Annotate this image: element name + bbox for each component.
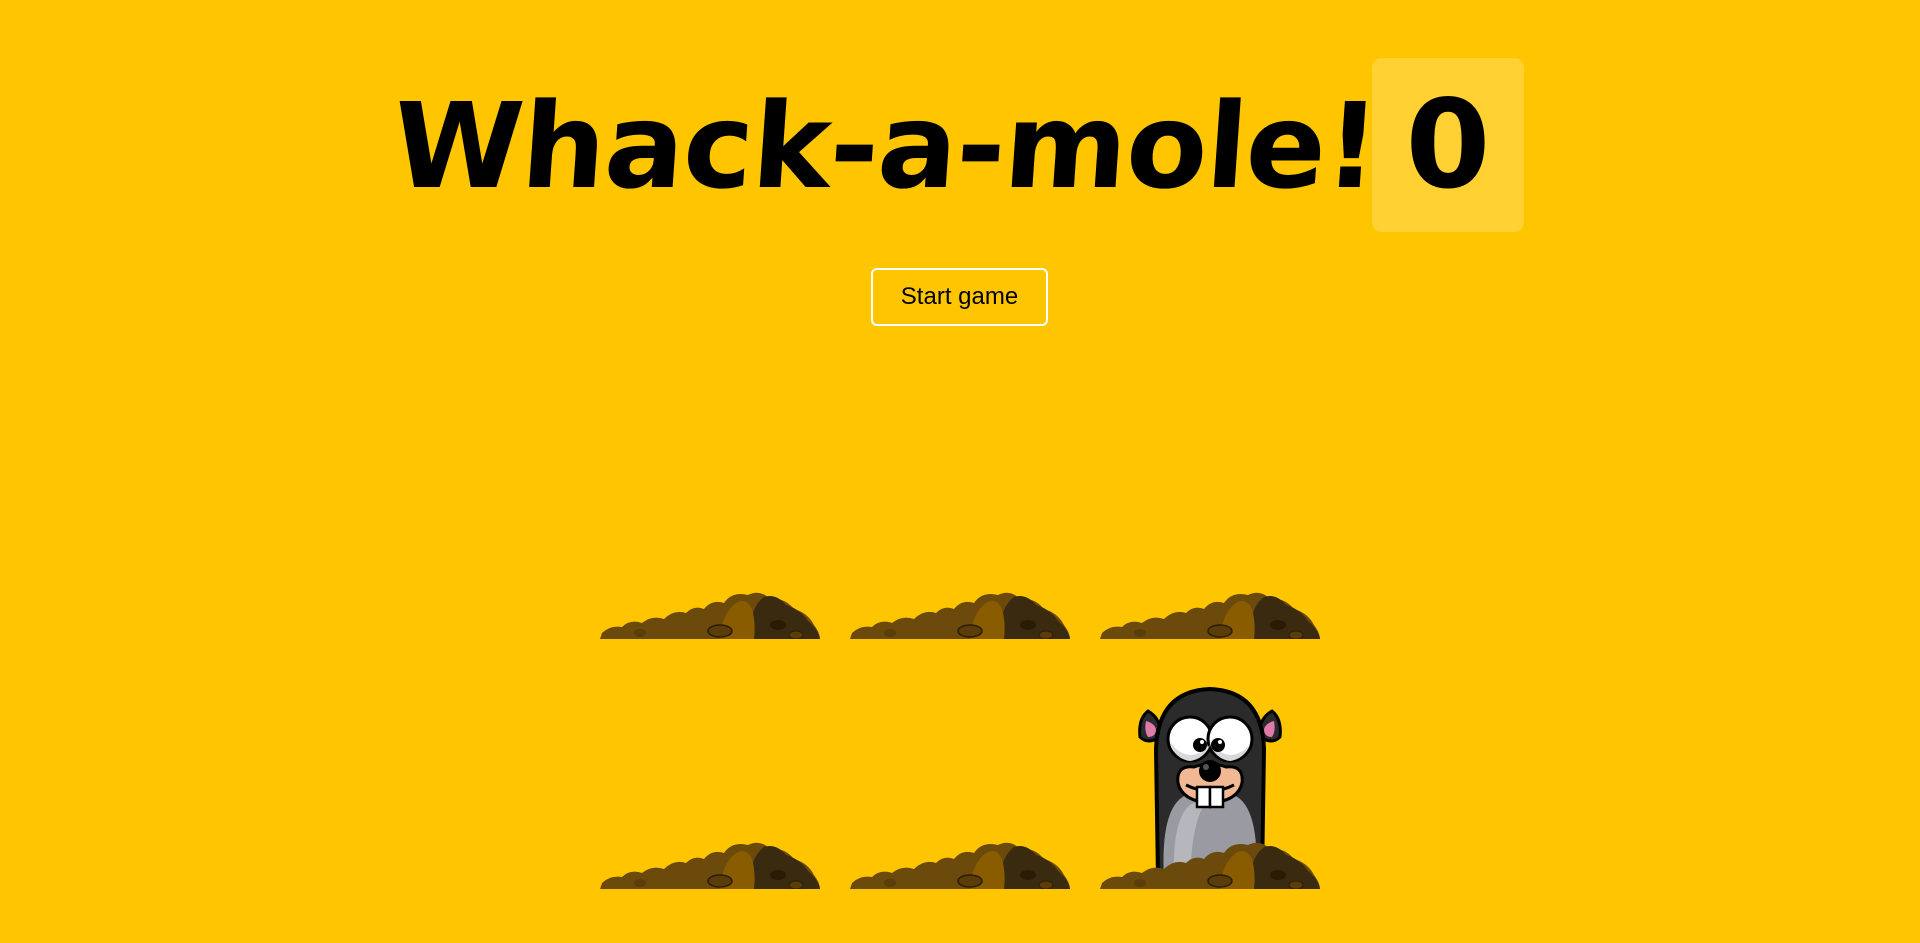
- dirt-mound-icon: [600, 592, 820, 639]
- dirt-mound-icon: [850, 592, 1070, 639]
- hole-1[interactable]: [600, 389, 820, 639]
- hole-2[interactable]: [850, 389, 1070, 639]
- header: Whack-a-mole! 0: [0, 58, 1920, 234]
- score-display: 0: [1372, 58, 1524, 232]
- dirt-mound-icon: [1100, 592, 1320, 639]
- start-game-button[interactable]: Start game: [871, 268, 1048, 326]
- hole-3[interactable]: [1100, 389, 1320, 639]
- game-title: Whack-a-mole!: [388, 77, 1383, 215]
- dirt-mound-icon: [600, 842, 820, 889]
- game-page: Whack-a-mole! 0 Start game: [0, 0, 1920, 943]
- dirt-mound-icon: [850, 842, 1070, 889]
- hole-4[interactable]: [600, 639, 820, 889]
- hole-5[interactable]: [850, 639, 1070, 889]
- hole-6[interactable]: [1100, 639, 1320, 889]
- dirt-mound-icon: [1100, 842, 1320, 889]
